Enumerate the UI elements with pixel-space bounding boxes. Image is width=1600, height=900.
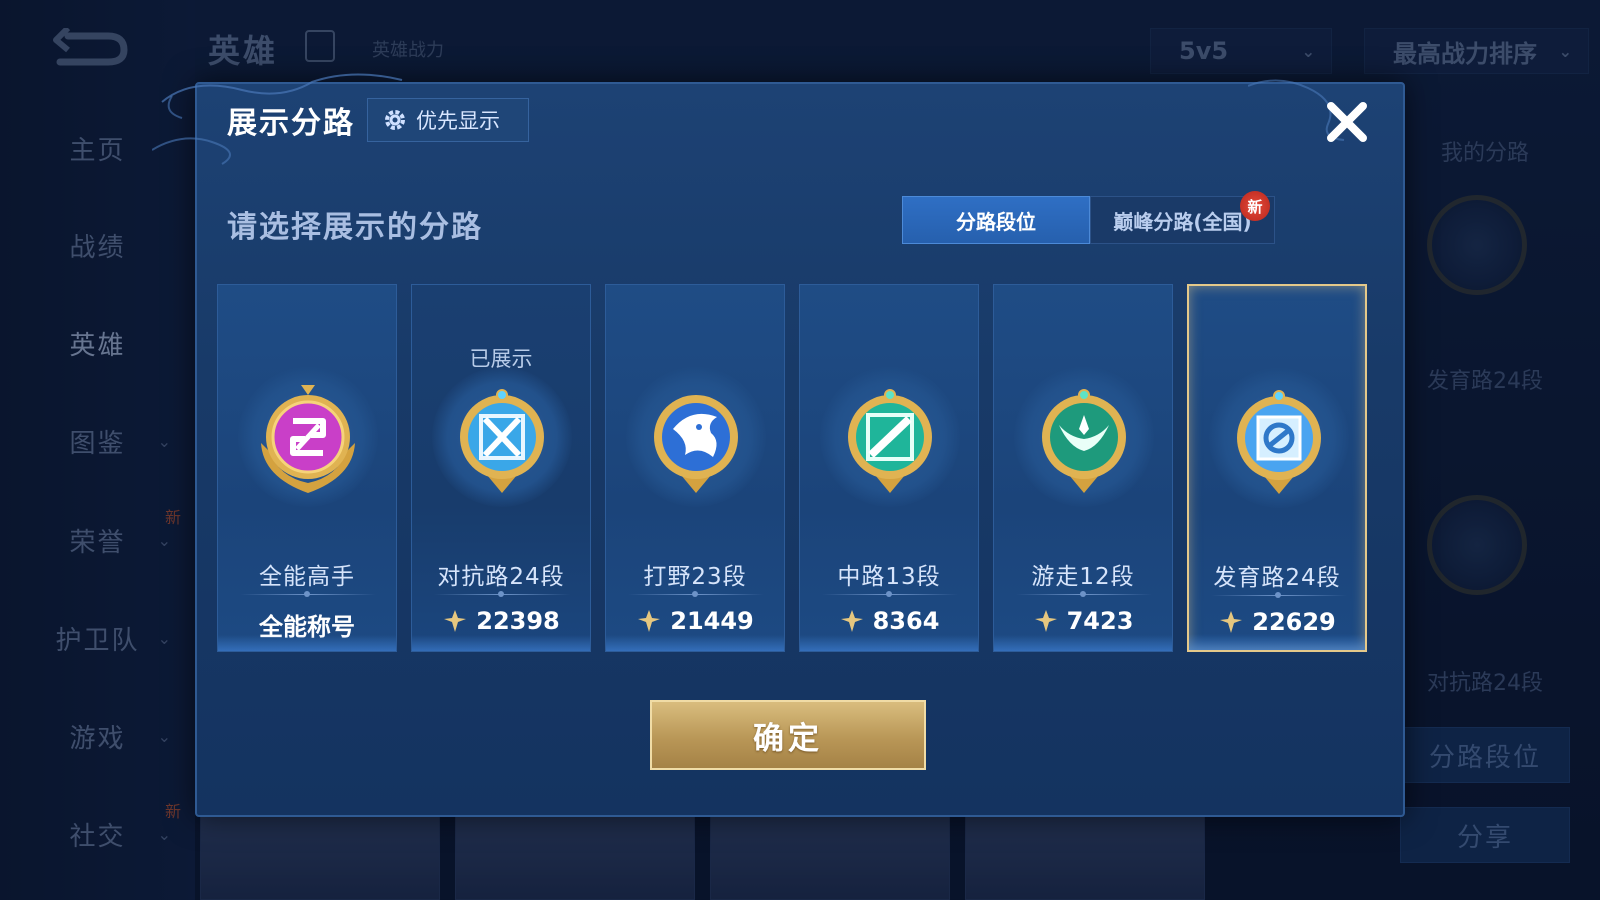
lane-power: 8364 (800, 607, 978, 635)
new-badge: 新 (1240, 191, 1270, 221)
mid-lane-medal-icon (848, 389, 932, 493)
lane-card-roam[interactable]: 游走12段 7423 (993, 284, 1173, 652)
tab-lane-rank[interactable]: 分路段位 (902, 196, 1090, 244)
lane-rank-text: 游走12段 (1031, 564, 1135, 590)
gear-icon (385, 110, 405, 130)
divider (628, 591, 764, 597)
lane-card-farm[interactable]: 发育路24段 22629 (1187, 284, 1367, 652)
divider (434, 591, 570, 597)
power-emblem-icon (444, 610, 467, 632)
divider (240, 591, 376, 597)
lane-card-mid[interactable]: 中路13段 8364 (799, 284, 979, 652)
show-lane-dialog: 展示分路 优先显示 请选择展示的分路 分路段位 巅峰分路(全国) 新 全能高手 … (152, 73, 1405, 817)
lane-rank-text: 打野23段 (643, 564, 747, 590)
priority-display-button[interactable]: 优先显示 (367, 98, 529, 142)
card-glow (800, 635, 978, 651)
card-glow (606, 635, 784, 651)
lane-card-jungle[interactable]: 打野23段 21449 (605, 284, 785, 652)
lane-card-list: 全能高手 全能称号 已展示 对抗路24段 22398 打野23段 21449 中… (217, 284, 1387, 654)
roam-medal-icon (1042, 389, 1126, 493)
select-prompt: 请选择展示的分路 (227, 210, 483, 245)
divider (1211, 592, 1347, 598)
close-button[interactable] (1319, 94, 1375, 150)
power-emblem-icon (1220, 611, 1243, 633)
card-glow (412, 635, 590, 651)
card-glow (994, 635, 1172, 651)
lane-rank-text: 对抗路24段 (437, 564, 565, 590)
lane-power: 7423 (994, 607, 1172, 635)
jungle-medal-icon (654, 395, 738, 493)
lane-rank-text: 全能高手 (259, 564, 355, 590)
power-emblem-icon (638, 610, 661, 632)
close-icon (1327, 102, 1367, 142)
dialog-title: 展示分路 (227, 106, 355, 141)
divider (822, 591, 958, 597)
clash-lane-medal-icon (460, 389, 544, 493)
confirm-button[interactable]: 确定 (650, 700, 926, 770)
divider (1016, 591, 1152, 597)
power-emblem-icon (840, 610, 863, 632)
lane-rank-text: 中路13段 (837, 564, 941, 590)
lane-rank-text: 发育路24段 (1213, 565, 1341, 591)
lane-card-all-round[interactable]: 全能高手 全能称号 (217, 284, 397, 652)
lane-power: 21449 (606, 607, 784, 635)
tab-peak-lane[interactable]: 巅峰分路(全国) 新 (1090, 191, 1275, 244)
lane-power: 22398 (412, 607, 590, 635)
farm-lane-medal-icon (1237, 390, 1321, 494)
lane-tabs: 分路段位 巅峰分路(全国) 新 (902, 191, 1275, 244)
card-glow (1189, 634, 1365, 650)
lane-card-clash[interactable]: 已展示 对抗路24段 22398 (411, 284, 591, 652)
lane-power: 22629 (1189, 608, 1365, 636)
all-round-medal-icon (261, 385, 355, 493)
card-glow (218, 635, 396, 651)
power-emblem-icon (1034, 610, 1057, 632)
